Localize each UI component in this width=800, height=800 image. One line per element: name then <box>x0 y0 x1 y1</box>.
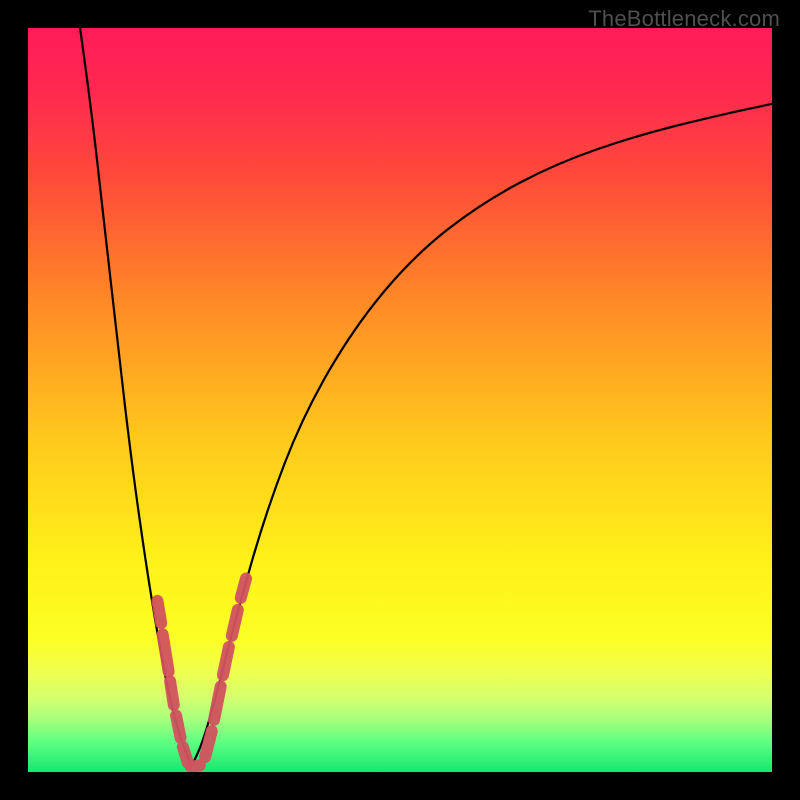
marker-segment <box>163 634 169 671</box>
curve-left-branch <box>80 28 192 766</box>
watermark-text: TheBottleneck.com <box>588 6 780 32</box>
marker-segment <box>176 715 180 737</box>
marker-segment <box>205 731 212 757</box>
chart-frame: TheBottleneck.com <box>0 0 800 800</box>
marker-segment <box>170 681 174 705</box>
curve-right-branch <box>192 104 772 766</box>
plot-area <box>28 28 772 772</box>
marker-segment <box>183 747 188 763</box>
marker-segment <box>191 765 200 766</box>
data-point-markers <box>157 579 246 767</box>
marker-segment <box>232 610 238 636</box>
marker-segment <box>223 647 229 675</box>
curve-layer <box>28 28 772 772</box>
marker-segment <box>214 686 221 719</box>
marker-segment <box>157 601 161 623</box>
marker-segment <box>241 579 246 598</box>
